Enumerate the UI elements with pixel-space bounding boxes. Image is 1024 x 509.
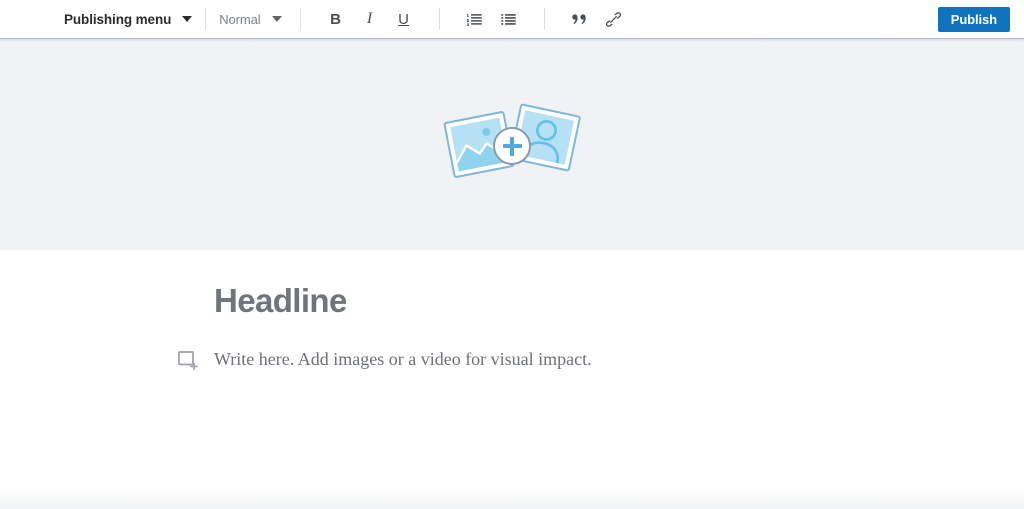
text-style-value: Normal <box>219 11 261 27</box>
body-text-input[interactable]: Write here. Add images or a video for vi… <box>214 347 592 372</box>
chevron-down-icon <box>182 16 193 22</box>
editor-toolbar: Publishing menu Normal B I U Publish <box>0 0 1024 38</box>
article-content-column: Headline Write here. Add images or a vid… <box>0 250 1024 372</box>
toolbar-bottom-border <box>0 38 1024 39</box>
italic-icon: I <box>366 10 373 27</box>
toolbar-divider <box>543 8 545 30</box>
numbered-list-icon <box>467 13 482 26</box>
bulleted-list-button[interactable] <box>496 6 522 32</box>
quote-icon <box>571 13 588 26</box>
underline-button[interactable]: U <box>391 6 417 32</box>
numbered-list-button[interactable] <box>462 6 488 32</box>
toolbar-left-group: Publishing menu Normal B I U <box>64 0 938 38</box>
body-paragraph-row: Write here. Add images or a video for vi… <box>178 347 964 372</box>
bold-button[interactable]: B <box>323 6 349 32</box>
link-icon <box>606 11 622 27</box>
publish-button[interactable]: Publish <box>937 6 1010 32</box>
plus-icon-vertical <box>510 136 514 156</box>
headline-input[interactable]: Headline <box>214 282 964 321</box>
toolbar-divider <box>299 8 301 30</box>
add-photos-icon <box>443 102 582 184</box>
blockquote-button[interactable] <box>567 6 593 32</box>
bold-icon: B <box>330 10 341 28</box>
link-button[interactable] <box>601 6 627 32</box>
add-content-icon[interactable] <box>178 351 200 371</box>
cover-image-dropzone[interactable] <box>0 39 1024 250</box>
bulleted-list-icon <box>501 13 516 26</box>
publishing-menu-label: Publishing menu <box>64 11 172 27</box>
chevron-down-icon <box>271 16 282 22</box>
toolbar-divider <box>205 8 207 30</box>
toolbar-divider <box>438 8 440 30</box>
underline-icon: U <box>398 10 409 28</box>
editor-app: Publishing menu Normal B I U Publish Hea… <box>0 0 1024 509</box>
toolbar-right-group: Publish <box>937 6 1010 32</box>
italic-button[interactable]: I <box>357 6 383 32</box>
text-style-select[interactable]: Normal <box>219 6 282 32</box>
article-editor: Headline Write here. Add images or a vid… <box>0 250 1024 509</box>
publishing-menu-button[interactable]: Publishing menu <box>64 6 193 32</box>
add-media-plus-button[interactable] <box>493 127 531 166</box>
